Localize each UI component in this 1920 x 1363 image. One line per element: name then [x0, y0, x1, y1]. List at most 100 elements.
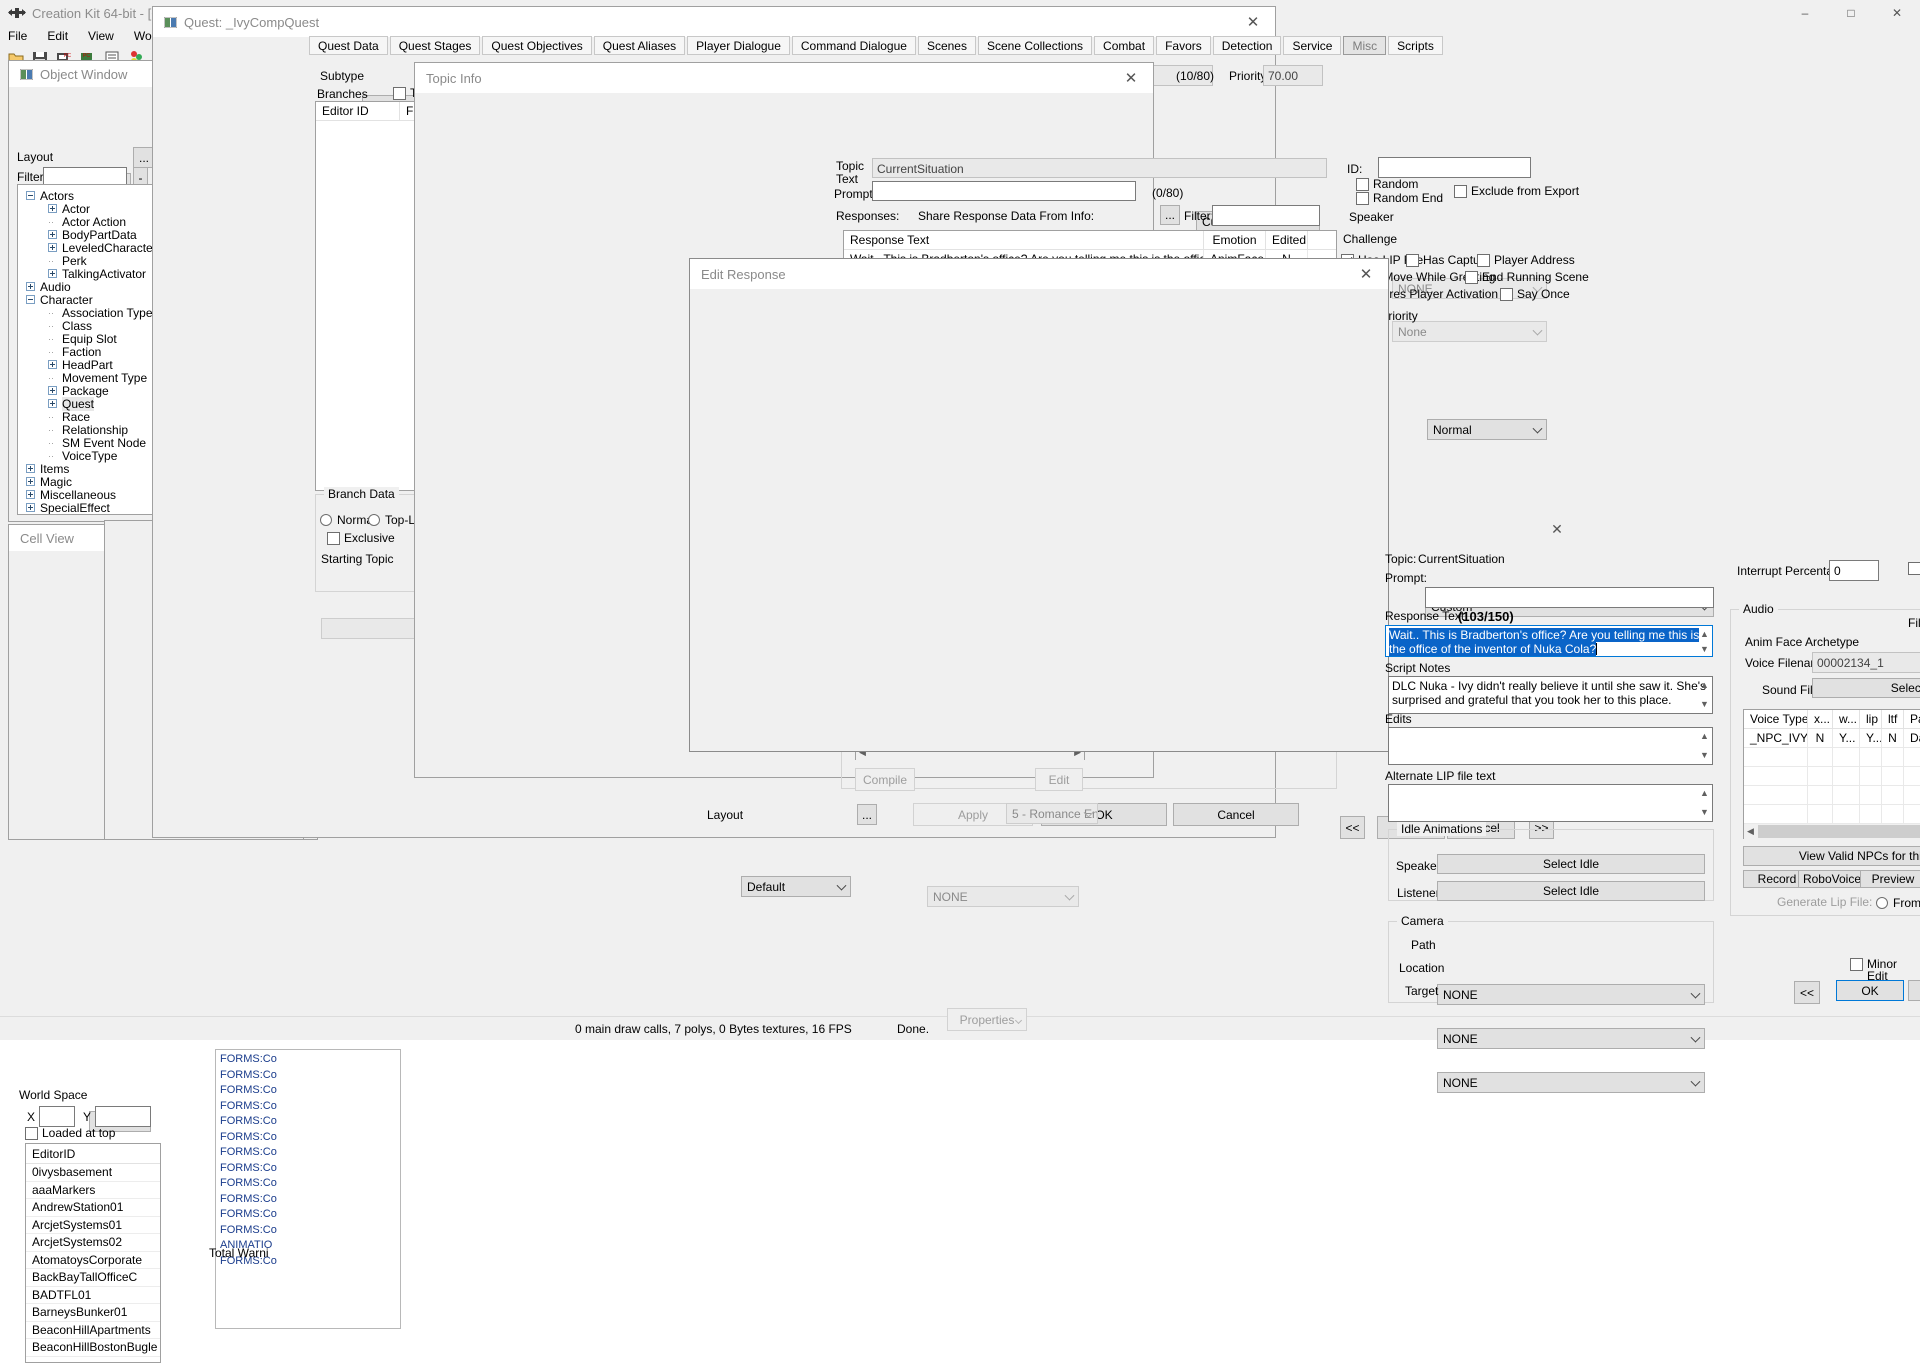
quest-tab-detection[interactable]: Detection	[1212, 36, 1282, 55]
er-script-notes-vscrollbar[interactable]: ▲ ▼	[1698, 678, 1711, 712]
voice-filename-input[interactable]: 00002134_1	[1812, 652, 1920, 673]
quest-window-close-icon[interactable]: ✕	[1231, 7, 1275, 37]
topic-info-prev-button[interactable]: <<	[1340, 816, 1365, 839]
from-wav-radio[interactable]: From WAV	[1876, 896, 1920, 910]
cell-list-item[interactable]: AtomatoysCorporate	[26, 1252, 160, 1269]
er-response-scroll-down-icon[interactable]: ▼	[1700, 642, 1709, 656]
er-script-notes-scroll-down-icon[interactable]: ▼	[1700, 697, 1709, 712]
er-alternate-lip-vscrollbar[interactable]: ▲ ▼	[1698, 786, 1711, 820]
quest-tab-quest-data[interactable]: Quest Data	[309, 36, 388, 55]
close-button[interactable]: ✕	[1874, 0, 1920, 26]
er-edits-vscrollbar[interactable]: ▲ ▼	[1698, 729, 1711, 763]
compile-button[interactable]: Compile	[855, 768, 915, 791]
minor-edit-checkbox[interactable]: Minor Edit	[1850, 958, 1897, 982]
quest-layout-combo[interactable]: Default	[741, 876, 851, 897]
er-response-scroll-up-icon[interactable]: ▲	[1700, 627, 1709, 642]
subtitle-priority-combo[interactable]: Normal	[1427, 419, 1547, 440]
er-edits-textarea[interactable]: ▲ ▼	[1388, 727, 1713, 765]
cell-list-item[interactable]: BADTFL01	[26, 1287, 160, 1304]
stage-combo[interactable]: 5 - Romance Enab	[1006, 803, 1098, 824]
idle-speaker-select-button[interactable]: Select Idle	[1437, 854, 1705, 874]
quest-layout-more-button[interactable]: ...	[857, 804, 877, 825]
er-response-textarea[interactable]: Wait.. This is Bradberton's office? Are …	[1385, 625, 1713, 657]
warning-list-item[interactable]: FORMS:Co	[216, 1083, 400, 1099]
warnings-list[interactable]: FORMS:Co FORMS:Co FORMS:Co FORMS:Co FORMS:Co…	[215, 1049, 401, 1329]
cell-list-item[interactable]: aaaMarkers	[26, 1182, 160, 1199]
quest-tab-combat[interactable]: Combat	[1094, 36, 1155, 55]
er-prev-button[interactable]: <<	[1794, 981, 1820, 1004]
quest-tab-command-dialogue[interactable]: Command Dialogue	[791, 36, 916, 55]
maximize-button[interactable]: □	[1828, 0, 1874, 26]
properties-button[interactable]: Properties	[947, 1008, 1027, 1031]
idle-listener-select-button[interactable]: Select Idle	[1437, 881, 1705, 901]
voice-type-table[interactable]: Voice Type x... w... lip ltf Path _NPC_I…	[1743, 709, 1920, 839]
generate-lip-file-button[interactable]: Generate Lip File:	[1777, 893, 1872, 910]
cell-list-item[interactable]: ArcjetSystems01	[26, 1217, 160, 1234]
warning-list-item[interactable]: FORMS:Co	[216, 1068, 400, 1084]
er-response-vscrollbar[interactable]: ▲ ▼	[1698, 627, 1711, 655]
er-alternate-lip-textarea[interactable]: ▲ ▼	[1388, 784, 1713, 822]
voice-type-row[interactable]: _NPC_IVYNY...Y...NData\Sound\Voice\Compa…	[1744, 729, 1920, 748]
expand-icon[interactable]	[48, 243, 57, 252]
view-valid-npcs-button[interactable]: View Valid NPCs for this voice type	[1743, 846, 1920, 866]
er-ok-button[interactable]: OK	[1836, 980, 1904, 1001]
expand-icon[interactable]	[48, 204, 57, 213]
warning-list-item[interactable]: FORMS:Co	[216, 1223, 400, 1239]
er-cancel-button[interactable]: Cancel	[1908, 980, 1920, 1001]
quest-tab-misc[interactable]: Misc	[1343, 36, 1387, 55]
exclude-from-export-checkbox[interactable]: Exclude from Export	[1454, 184, 1579, 198]
er-edits-scroll-down-icon[interactable]: ▼	[1700, 748, 1709, 763]
expand-icon[interactable]	[48, 269, 57, 278]
warning-list-item[interactable]: FORMS:Co	[216, 1192, 400, 1208]
warning-list-item[interactable]: FORMS:Co	[216, 1176, 400, 1192]
quest-tab-scene-collections[interactable]: Scene Collections	[977, 36, 1093, 55]
stop-on-scene-end-checkbox[interactable]: Stop On Scene End	[1908, 562, 1920, 586]
warning-list-item[interactable]: FORMS:Co	[216, 1099, 400, 1115]
cell-list-item[interactable]: BackBayTallOfficeC	[26, 1269, 160, 1287]
expand-icon[interactable]	[48, 399, 57, 408]
cell-list-item[interactable]: BeaconHillApartments	[26, 1322, 160, 1339]
edit-button[interactable]: Edit	[1035, 768, 1083, 791]
expand-icon[interactable]	[26, 503, 35, 512]
minimize-button[interactable]: –	[1782, 0, 1828, 26]
quest-tab-scenes[interactable]: Scenes	[917, 36, 976, 55]
interrupt-input[interactable]: 0	[1829, 560, 1879, 581]
camera-target-combo[interactable]: NONE	[1437, 1072, 1705, 1093]
er-script-notes-textarea[interactable]: DLC Nuka - Ivy didn't really believe it …	[1388, 676, 1713, 714]
voice-table-hscrollbar[interactable]: ◀ ▶	[1744, 824, 1920, 839]
warning-list-item[interactable]: FORMS:Co	[216, 1161, 400, 1177]
expand-icon[interactable]	[48, 386, 57, 395]
cell-list-item[interactable]: AndrewStation01	[26, 1199, 160, 1217]
x-input[interactable]	[39, 1106, 75, 1127]
cell-list-item[interactable]: BarneysBunker01	[26, 1304, 160, 1322]
quest-tab-quest-stages[interactable]: Quest Stages	[389, 36, 481, 55]
branch-exclusive-checkbox[interactable]: Exclusive	[327, 531, 395, 545]
share-response-more-button[interactable]: ...	[1160, 205, 1180, 225]
camera-location-combo[interactable]: NONE	[1437, 1028, 1705, 1049]
er-prompt-text-input[interactable]	[1425, 587, 1714, 608]
expand-icon[interactable]	[48, 360, 57, 369]
topic-info-close-icon[interactable]: ✕	[1109, 63, 1153, 93]
expand-icon[interactable]	[48, 230, 57, 239]
warning-list-item[interactable]: FORMS:Co	[216, 1114, 400, 1130]
quest-tab-quest-aliases[interactable]: Quest Aliases	[593, 36, 686, 55]
menu-view[interactable]: View	[88, 29, 114, 43]
y-input[interactable]	[95, 1106, 151, 1127]
cell-list-item[interactable]: ArcjetSystems02	[26, 1234, 160, 1252]
info-id-input[interactable]	[1378, 157, 1531, 178]
quest-tab-service[interactable]: Service	[1283, 36, 1342, 55]
warning-list-item[interactable]: FORMS:Co	[216, 1130, 400, 1146]
quest-tab-player-dialogue[interactable]: Player Dialogue	[687, 36, 790, 55]
expand-icon[interactable]	[26, 477, 35, 486]
quest-tab-scripts[interactable]: Scripts	[1388, 36, 1443, 55]
voice-scroll-left-icon[interactable]: ◀	[1744, 826, 1757, 837]
cell-list-item[interactable]: BeaconHillBostonBugle	[26, 1339, 160, 1357]
er-alt-scroll-up-icon[interactable]: ▲	[1700, 786, 1709, 801]
warning-list-item[interactable]: FORMS:Co	[216, 1052, 400, 1068]
er-script-notes-scroll-up-icon[interactable]: ▲	[1700, 678, 1709, 693]
quest-tab-quest-objectives[interactable]: Quest Objectives	[482, 36, 592, 55]
er-edits-scroll-up-icon[interactable]: ▲	[1700, 729, 1709, 744]
select-sound-button[interactable]: Select Sound	[1812, 678, 1920, 698]
kmyquest-combo[interactable]: NONE	[927, 886, 1079, 907]
quest-tab-favors[interactable]: Favors	[1156, 36, 1211, 55]
